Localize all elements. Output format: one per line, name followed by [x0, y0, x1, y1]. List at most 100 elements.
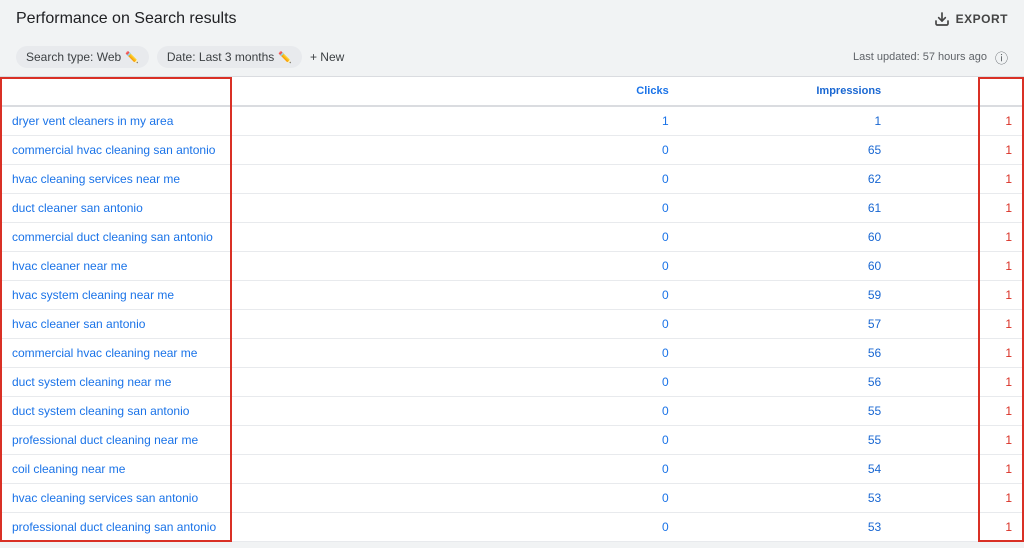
- cell-ctr: [893, 484, 950, 513]
- cell-query: duct system cleaning near me: [0, 368, 546, 397]
- table-row: dryer vent cleaners in my area111: [0, 106, 1024, 136]
- cell-query: coil cleaning near me: [0, 455, 546, 484]
- table-row: hvac cleaner san antonio0571: [0, 310, 1024, 339]
- cell-impressions: 54: [681, 455, 893, 484]
- cell-query: hvac cleaning services san antonio: [0, 484, 546, 513]
- col-header-queries: [0, 77, 546, 106]
- cell-ctr: [893, 223, 950, 252]
- table-row: professional duct cleaning near me0551: [0, 426, 1024, 455]
- last-updated: Last updated: 57 hours ago: [853, 51, 987, 63]
- cell-ctr: [893, 513, 950, 542]
- cell-clicks: 0: [546, 252, 681, 281]
- cell-clicks: 0: [546, 455, 681, 484]
- cell-position: 1: [951, 484, 1024, 513]
- table-row: commercial hvac cleaning near me056 1: [0, 339, 1024, 368]
- cell-clicks: 0: [546, 310, 681, 339]
- cell-impressions: 53: [681, 484, 893, 513]
- cell-position: 1: [951, 368, 1024, 397]
- cell-impressions: 56: [681, 339, 893, 368]
- page-title: Performance on Search results: [16, 10, 237, 28]
- cell-ctr: [893, 136, 950, 165]
- cell-impressions: 65: [681, 136, 893, 165]
- table-row: commercial duct cleaning san antonio060 1: [0, 223, 1024, 252]
- cell-position: 1: [951, 106, 1024, 136]
- cell-clicks: 0: [546, 136, 681, 165]
- cell-query: professional duct cleaning san antonio: [0, 513, 546, 542]
- cell-position: 1: [951, 165, 1024, 194]
- table-row: coil cleaning near me0541: [0, 455, 1024, 484]
- cell-clicks: 0: [546, 223, 681, 252]
- search-type-filter[interactable]: Search type: Web ✏️: [16, 46, 149, 68]
- cell-query: commercial hvac cleaning near me: [0, 339, 546, 368]
- cell-clicks: 0: [546, 484, 681, 513]
- cell-query: commercial duct cleaning san antonio: [0, 223, 546, 252]
- table-wrapper: Clicks Impressions dryer vent cleaners i…: [0, 77, 1024, 542]
- table-row: hvac cleaning services san antonio053 1: [0, 484, 1024, 513]
- cell-position: 1: [951, 252, 1024, 281]
- cell-ctr: [893, 455, 950, 484]
- cell-position: 1: [951, 223, 1024, 252]
- cell-ctr: [893, 194, 950, 223]
- cell-position: 1: [951, 339, 1024, 368]
- export-label: EXPORT: [956, 12, 1008, 26]
- cell-query: hvac system cleaning near me: [0, 281, 546, 310]
- cell-impressions: 60: [681, 223, 893, 252]
- cell-impressions: 61: [681, 194, 893, 223]
- date-filter[interactable]: Date: Last 3 months ✏️: [157, 46, 302, 68]
- download-icon: [934, 11, 950, 27]
- col-header-clicks: Clicks: [546, 77, 681, 106]
- cell-clicks: 0: [546, 281, 681, 310]
- table-row: hvac cleaning services near me062 1: [0, 165, 1024, 194]
- cell-position: 1: [951, 136, 1024, 165]
- edit-icon: ✏️: [125, 51, 139, 64]
- new-button[interactable]: + New: [310, 50, 344, 64]
- cell-query: dryer vent cleaners in my area: [0, 106, 546, 136]
- new-label: + New: [310, 50, 344, 64]
- cell-impressions: 53: [681, 513, 893, 542]
- cell-impressions: 1: [681, 106, 893, 136]
- cell-clicks: 0: [546, 513, 681, 542]
- table-body: dryer vent cleaners in my area111commerc…: [0, 106, 1024, 542]
- cell-query: hvac cleaner san antonio: [0, 310, 546, 339]
- cell-clicks: 0: [546, 165, 681, 194]
- cell-ctr: [893, 368, 950, 397]
- results-table: Clicks Impressions dryer vent cleaners i…: [0, 77, 1024, 542]
- edit-icon-date: ✏️: [278, 51, 292, 64]
- cell-impressions: 60: [681, 252, 893, 281]
- cell-ctr: [893, 310, 950, 339]
- cell-ctr: [893, 165, 950, 194]
- cell-ctr: [893, 106, 950, 136]
- cell-impressions: 62: [681, 165, 893, 194]
- cell-ctr: [893, 281, 950, 310]
- cell-position: 1: [951, 426, 1024, 455]
- cell-ctr: [893, 252, 950, 281]
- table-row: professional duct cleaning san antonio05…: [0, 513, 1024, 542]
- cell-impressions: 55: [681, 426, 893, 455]
- cell-clicks: 0: [546, 194, 681, 223]
- cell-clicks: 0: [546, 339, 681, 368]
- col-header-position: [951, 77, 1024, 106]
- table-row: duct system cleaning san antonio0551: [0, 397, 1024, 426]
- cell-query: hvac cleaner near me: [0, 252, 546, 281]
- info-icon: ⓘ: [995, 48, 1008, 67]
- cell-position: 1: [951, 513, 1024, 542]
- filter-bar: Search type: Web ✏️ Date: Last 3 months …: [0, 38, 1024, 77]
- table-header-row: Clicks Impressions: [0, 77, 1024, 106]
- export-button[interactable]: EXPORT: [934, 11, 1008, 27]
- table-row: hvac system cleaning near me0591: [0, 281, 1024, 310]
- table-container: Clicks Impressions dryer vent cleaners i…: [0, 77, 1024, 542]
- cell-position: 1: [951, 397, 1024, 426]
- cell-query: commercial hvac cleaning san antonio: [0, 136, 546, 165]
- table-row: hvac cleaner near me060 1: [0, 252, 1024, 281]
- cell-query: professional duct cleaning near me: [0, 426, 546, 455]
- table-row: duct cleaner san antonio0611: [0, 194, 1024, 223]
- table-row: duct system cleaning near me0561: [0, 368, 1024, 397]
- cell-ctr: [893, 339, 950, 368]
- cell-ctr: [893, 397, 950, 426]
- cell-query: duct cleaner san antonio: [0, 194, 546, 223]
- search-type-label: Search type: Web: [26, 50, 121, 64]
- cell-impressions: 56: [681, 368, 893, 397]
- cell-impressions: 57: [681, 310, 893, 339]
- date-label: Date: Last 3 months: [167, 50, 274, 64]
- cell-query: hvac cleaning services near me: [0, 165, 546, 194]
